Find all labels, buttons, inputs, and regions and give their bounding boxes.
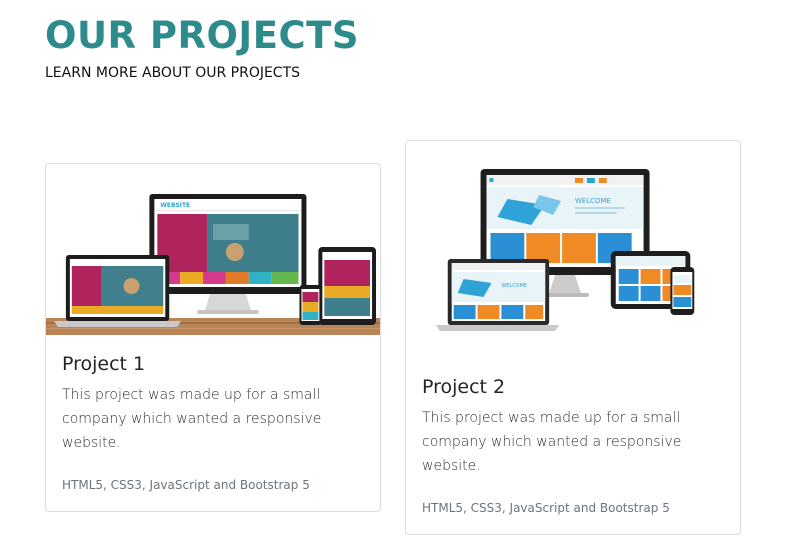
project-card-1[interactable]: WEBSITE Project 1 This project was made … — [45, 163, 381, 512]
project-1-title: Project 1 — [62, 353, 146, 375]
projects-page: OUR PROJECTS LEARN MORE ABOUT OUR PROJEC… — [0, 0, 789, 543]
project-1-description: This project was made up for a small com… — [62, 387, 322, 451]
mockup-welcome-label: WELCOME — [575, 197, 611, 205]
mockup-site-label: WEBSITE — [160, 202, 190, 209]
project-1-tech: HTML5, CSS3, JavaScript and Bootstrap 5 — [62, 478, 310, 492]
project-card-2[interactable]: WELCOME WELCOME Project 2 This project w… — [405, 140, 741, 535]
project-2-title: Project 2 — [422, 376, 506, 398]
project-2-tech: HTML5, CSS3, JavaScript and Bootstrap 5 — [422, 501, 670, 515]
project-2-image: WELCOME WELCOME — [406, 141, 740, 351]
page-subtitle: LEARN MORE ABOUT OUR PROJECTS — [45, 65, 301, 81]
project-2-description: This project was made up for a small com… — [422, 410, 682, 474]
page-title: OUR PROJECTS — [45, 14, 360, 57]
responsive-devices-image: WEBSITE — [46, 164, 380, 335]
responsive-devices-image: WELCOME WELCOME — [406, 141, 740, 351]
project-1-image: WEBSITE — [46, 164, 380, 335]
svg-text:WELCOME: WELCOME — [501, 283, 527, 289]
